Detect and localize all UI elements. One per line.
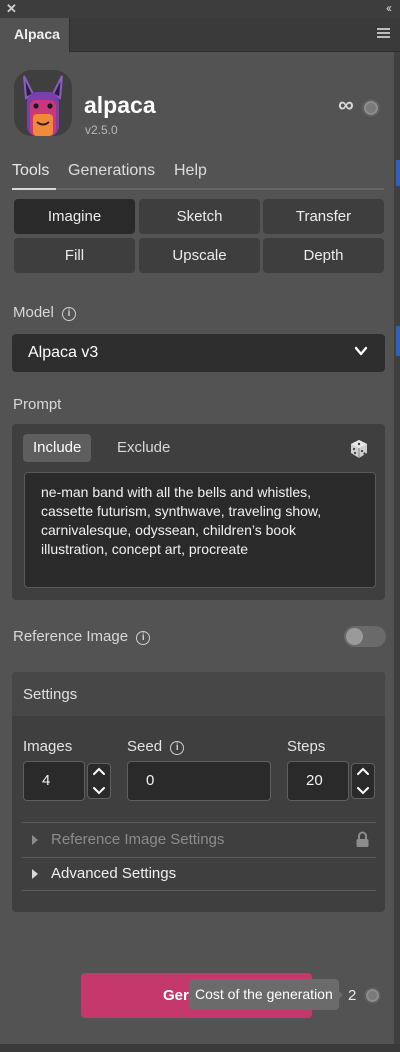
dice-icon[interactable] (349, 439, 369, 459)
tool-upscale-button[interactable]: Upscale (139, 238, 260, 273)
seed-input[interactable]: 0 (127, 761, 271, 801)
bottom-bar (0, 1044, 400, 1052)
divider (22, 890, 376, 891)
settings-header: Settings (12, 672, 385, 716)
seed-label: Seed i (127, 738, 185, 755)
lock-icon (356, 831, 369, 847)
edge-marker (396, 160, 400, 186)
nav-tools[interactable]: Tools (12, 162, 49, 180)
alpaca-logo (14, 70, 72, 136)
tool-depth-button[interactable]: Depth (263, 238, 384, 273)
steps-label: Steps (287, 738, 326, 755)
close-icon[interactable]: ✕ (6, 1, 17, 17)
caret-right-icon (32, 835, 38, 845)
main-nav: Tools Generations Help (12, 160, 384, 190)
tool-transfer-button[interactable]: Transfer (263, 199, 384, 234)
reference-image-settings-toggle[interactable]: Reference Image Settings (22, 825, 376, 855)
edge-marker (396, 326, 400, 356)
reference-image-label: Reference Image i (13, 628, 151, 645)
info-icon[interactable]: i (62, 307, 77, 321)
tooltip-arrow (337, 989, 343, 1001)
tool-imagine-button[interactable]: Imagine (14, 199, 135, 234)
seed-label-text: Seed (127, 738, 163, 755)
panel-edge (394, 52, 400, 1052)
panel-tab-alpaca[interactable]: Alpaca (0, 18, 70, 52)
app-name: alpaca (84, 92, 156, 118)
toggle-knob (346, 628, 363, 645)
steps-input[interactable]: 20 (287, 761, 349, 801)
title-bar: ✕ ‹‹ (0, 0, 400, 18)
collapse-icon[interactable]: ‹‹ (386, 1, 392, 15)
menu-icon[interactable] (377, 28, 390, 40)
reference-image-settings-label: Reference Image Settings (51, 831, 225, 848)
app-header: alpaca v2.5.0 ∞ (12, 68, 384, 140)
prompt-label: Prompt (13, 396, 62, 413)
settings-title: Settings (23, 686, 78, 703)
tool-fill-button[interactable]: Fill (14, 238, 135, 273)
nav-generations[interactable]: Generations (68, 162, 155, 180)
prompt-textarea[interactable]: ne-man band with all the bells and whist… (24, 472, 376, 588)
images-stepper[interactable] (87, 763, 111, 799)
tool-sketch-button[interactable]: Sketch (139, 199, 260, 234)
credit-coin-icon (362, 99, 380, 117)
reference-image-label-text: Reference Image (13, 628, 129, 645)
model-label: Model i (13, 304, 77, 321)
images-input[interactable]: 4 (23, 761, 85, 801)
divider (22, 857, 376, 858)
steps-stepper[interactable] (351, 763, 375, 799)
info-icon[interactable]: i (136, 631, 151, 645)
nav-active-indicator (12, 188, 56, 190)
model-select-value: Alpaca v3 (28, 344, 99, 361)
app-version: v2.5.0 (85, 123, 118, 137)
nav-help[interactable]: Help (174, 162, 207, 180)
settings-panel: Settings Images 4 Seed i 0 Steps 20 Refe… (12, 672, 385, 912)
images-label: Images (23, 738, 73, 755)
generation-cost: 2 (348, 987, 357, 1004)
model-label-text: Model (13, 304, 54, 321)
panel-tab-bar: Alpaca (0, 18, 400, 52)
cost-tooltip: Cost of the generation (189, 979, 339, 1010)
caret-right-icon (32, 869, 38, 879)
info-icon[interactable]: i (170, 741, 185, 755)
credit-coin-icon (364, 987, 381, 1004)
infinity-icon: ∞ (338, 92, 354, 117)
reference-image-toggle[interactable] (344, 626, 386, 647)
advanced-settings-toggle[interactable]: Advanced Settings (22, 859, 376, 889)
prompt-tab-exclude[interactable]: Exclude (107, 434, 180, 462)
prompt-box: Include Exclude ne-man band with all the… (12, 424, 385, 600)
divider (22, 822, 376, 823)
prompt-tab-include[interactable]: Include (23, 434, 92, 462)
chevron-down-icon (354, 346, 368, 356)
advanced-settings-label: Advanced Settings (51, 865, 177, 882)
model-select[interactable]: Alpaca v3 (12, 334, 385, 372)
